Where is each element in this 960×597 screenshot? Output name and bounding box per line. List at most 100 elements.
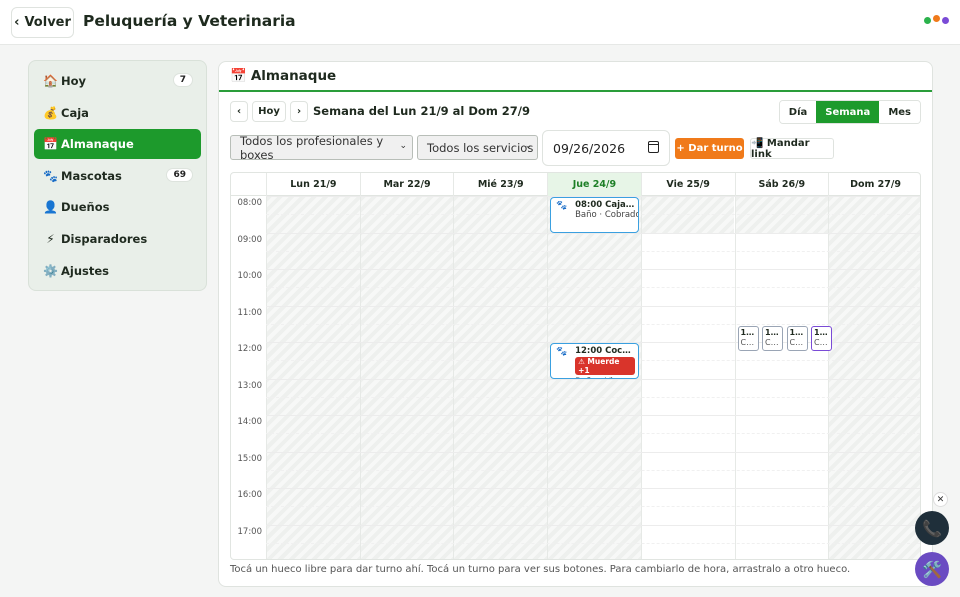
calendar-header: Lun 21/9 Mar 22/9 Mié 23/9 Jue 24/9 Vie 25/9…: [231, 173, 920, 196]
sidebar-item-icon: 💰: [43, 105, 58, 120]
hour-line: [266, 451, 920, 453]
open-slot-area[interactable]: [734, 232, 829, 559]
sidebar-item-caja[interactable]: 💰 Caja: [34, 98, 201, 128]
appointment-card-compact[interactable]: 1… C…: [811, 325, 832, 351]
appointment-card-compact[interactable]: 1… C…: [786, 325, 808, 351]
service-select[interactable]: Todos los servicios ⌄: [417, 135, 538, 160]
appointment-subtitle: C…: [789, 337, 804, 347]
filter-toolbar: Todos los profesionales y boxes ⌄ Todos …: [230, 130, 921, 167]
sidebar-item-icon: ⚙️: [43, 263, 58, 278]
sidebar-item-icon: 👤: [43, 200, 58, 215]
view-week-button[interactable]: Semana: [816, 101, 880, 123]
tools-fab[interactable]: 🛠️: [915, 552, 949, 586]
day-header: Sáb 26/9: [734, 173, 829, 196]
view-switcher: Día Semana Mes: [778, 100, 921, 124]
sidebar: 🏠 Hoy 7 💰 Caja 📅 Almanaque 🐾 Mascotas 69 👤 Dueños ⚡ D…: [28, 60, 207, 291]
open-slot-area[interactable]: [640, 232, 735, 559]
send-link-button[interactable]: 📲 Mandar link: [750, 138, 834, 160]
sidebar-item-hoy[interactable]: 🏠 Hoy 7: [34, 66, 201, 96]
time-label: 16:00: [237, 490, 263, 500]
time-label: 10:00: [237, 271, 263, 281]
sidebar-item-count: 69: [166, 167, 193, 182]
time-label: 14:00: [237, 417, 263, 427]
time-label: 09:00: [237, 234, 263, 245]
appointment-card-compact[interactable]: 1… C…: [762, 325, 783, 351]
status-dot-green: [924, 17, 931, 24]
half-hour-line: [266, 542, 920, 544]
time-label: 11:00: [237, 307, 263, 318]
view-day-button[interactable]: Día: [779, 101, 817, 123]
professional-select[interactable]: Todos los profesionales y boxes ⌄: [230, 134, 413, 162]
panel-title: Almanaque: [250, 68, 337, 84]
sidebar-item-disparadores[interactable]: ⚡ Disparadores: [34, 224, 201, 254]
week-label: Semana del Lun 21/9 al Dom 27/9: [313, 104, 531, 118]
time-label: 12:00: [237, 344, 263, 354]
chevron-left-icon: ‹: [14, 15, 20, 30]
sidebar-item-label: Hoy: [61, 74, 87, 88]
hour-line: [266, 524, 920, 526]
half-hour-line: [266, 469, 920, 471]
sidebar-item-icon: 📅: [43, 137, 58, 152]
paw-icon: 🐾: [556, 201, 568, 211]
service-select-value: Todos los servicios: [427, 140, 534, 155]
half-hour-line: [266, 250, 920, 252]
sidebar-item-label: Disparadores: [61, 231, 148, 246]
sidebar-item-label: Ajustes: [61, 263, 110, 278]
week-calendar: 08:00 09:00 10:00 11:00 12:00 13:00 14:00 15:00…: [230, 172, 921, 560]
sidebar-item-label: Mascotas: [61, 168, 122, 183]
status-dots: [924, 15, 949, 24]
sidebar-item-mascotas[interactable]: 🐾 Mascotas 69: [34, 161, 201, 191]
app-title: Peluquería y Veterinaria: [83, 12, 296, 30]
hour-line: [266, 415, 920, 416]
hour-line: [266, 378, 920, 380]
day-header: Vie 25/9: [640, 173, 735, 196]
status-dot-purple: [942, 17, 949, 24]
back-button[interactable]: ‹ Volver: [11, 7, 74, 38]
half-hour-line: [266, 433, 920, 435]
time-label: 08:00: [237, 198, 263, 208]
appointment-subtitle: Baño · Cobrado: [575, 210, 639, 220]
half-hour-line: [266, 396, 920, 398]
phone-fab[interactable]: 📞: [915, 511, 949, 545]
date-input[interactable]: 09/26/2026: [542, 130, 670, 166]
phone-icon: 📞: [922, 518, 942, 538]
appointment-title: 1…: [814, 327, 828, 337]
sidebar-item-label: Caja: [61, 105, 89, 120]
top-bar: ‹ Volver Peluquería y Veterinaria: [0, 0, 960, 45]
sidebar-item-almanaque[interactable]: 📅 Almanaque: [34, 129, 201, 160]
appointment-card[interactable]: 🐾 08:00 Caja 0…Baño · Cobrado: [550, 197, 639, 233]
half-hour-line: [266, 323, 920, 325]
hour-line: [266, 269, 920, 270]
half-hour-line: [266, 287, 920, 289]
half-hour-line: [266, 506, 920, 508]
calendar-picker-icon[interactable]: [648, 141, 659, 153]
time-label: 13:00: [237, 380, 263, 391]
next-week-button[interactable]: ›: [290, 101, 308, 122]
add-appointment-button[interactable]: + Dar turno: [675, 138, 744, 159]
day-header: Mar 22/9: [359, 173, 454, 196]
day-header: Dom 27/9: [828, 173, 920, 196]
calendar-hint: Tocá un hueco libre para dar turno ahí. …: [230, 564, 851, 575]
appointment-title: 1…: [789, 327, 804, 337]
status-dot-orange: [933, 15, 940, 22]
close-icon[interactable]: ✕: [933, 492, 948, 507]
week-toolbar: ‹ Hoy › Semana del Lun 21/9 al Dom 27/9 …: [230, 100, 921, 124]
today-button[interactable]: Hoy: [252, 101, 286, 122]
appointment-title: 12:00 Coco 0…: [575, 346, 635, 356]
sidebar-item-duenos[interactable]: 👤 Dueños: [34, 192, 201, 222]
day-header: Jue 24/9: [547, 173, 641, 196]
sidebar-item-icon: 🐾: [43, 168, 58, 183]
view-month-button[interactable]: Mes: [879, 101, 920, 123]
time-label: 15:00: [237, 453, 263, 464]
back-label: Volver: [24, 15, 71, 30]
prev-week-button[interactable]: ‹: [230, 101, 248, 122]
appointment-title: 1…: [765, 327, 779, 337]
sidebar-item-icon: 🏠: [43, 74, 58, 88]
day-header: Lun 21/9: [266, 173, 360, 196]
appointment-card[interactable]: 🐾 12:00 Coco 0…⚠ Muerde +1 Baño · Vino: [550, 343, 639, 379]
sidebar-item-ajustes[interactable]: ⚙️ Ajustes: [34, 256, 201, 286]
appointment-subtitle: C…: [814, 337, 828, 347]
appointment-card-compact[interactable]: 1… C…: [737, 325, 759, 351]
time-label: 17:00: [237, 526, 263, 537]
appointment-title: 08:00 Caja 0…: [575, 200, 635, 210]
